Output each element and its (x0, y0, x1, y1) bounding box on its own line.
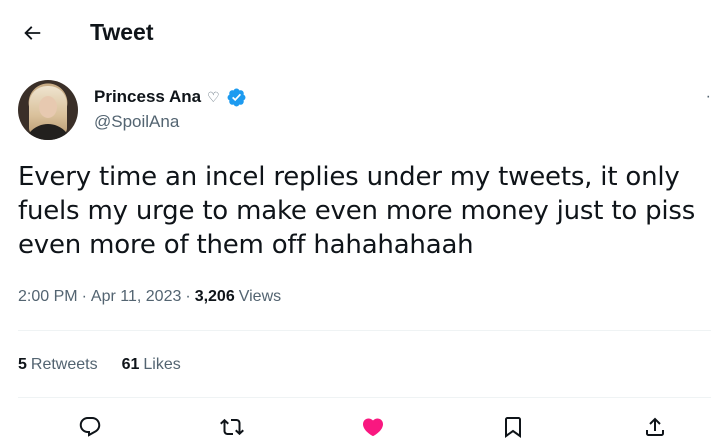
divider (18, 330, 711, 331)
retweet-button[interactable] (215, 410, 249, 444)
tweet-meta: 2:00 PM · Apr 11, 2023 · 3,206 Views (18, 287, 281, 307)
bookmark-button[interactable] (496, 410, 530, 444)
likes-stat[interactable]: 61 Likes (122, 355, 181, 375)
share-icon (646, 417, 664, 436)
like-button[interactable] (356, 410, 390, 444)
likes-label: Likes (143, 356, 181, 373)
tweet-author: Princess Ana ♡ @SpoilAna · (18, 78, 711, 142)
bookmark-icon (505, 417, 521, 438)
retweets-stat[interactable]: 5 Retweets (18, 355, 98, 375)
meta-separator: · (185, 288, 191, 305)
heart-filled-icon (362, 418, 384, 437)
header: Tweet (0, 0, 711, 66)
likes-count: 61 (121, 356, 140, 373)
reply-button[interactable] (73, 410, 107, 444)
name-heart-symbol: ♡ (207, 89, 220, 105)
retweet-icon (220, 418, 244, 436)
retweets-label: Retweets (30, 356, 98, 373)
share-button[interactable] (638, 410, 672, 444)
tweet-actions (0, 408, 711, 444)
more-dots-icon: · (705, 88, 711, 105)
arrow-left-icon (24, 26, 41, 40)
back-button[interactable] (14, 15, 50, 51)
retweets-count: 5 (18, 356, 27, 373)
page-title: Tweet (90, 19, 154, 45)
verified-badge-icon (226, 87, 247, 108)
meta-separator: · (81, 288, 87, 305)
avatar[interactable] (18, 80, 78, 140)
author-display-name[interactable]: Princess Ana (94, 86, 201, 108)
engagement-stats: 5 Retweets 61 Likes (18, 355, 181, 375)
views-label: Views (238, 288, 282, 305)
tweet-date[interactable]: Apr 11, 2023 (91, 287, 181, 307)
views-count: 3,206 (194, 288, 235, 305)
author-name-row: Princess Ana ♡ (94, 86, 247, 108)
divider (18, 397, 711, 398)
author-handle[interactable]: @SpoilAna (94, 111, 179, 133)
tweet-time[interactable]: 2:00 PM (18, 287, 78, 307)
tweet-text: Every time an incel replies under my twe… (18, 162, 696, 260)
more-options-button[interactable]: · (701, 88, 711, 108)
reply-icon (79, 417, 101, 437)
